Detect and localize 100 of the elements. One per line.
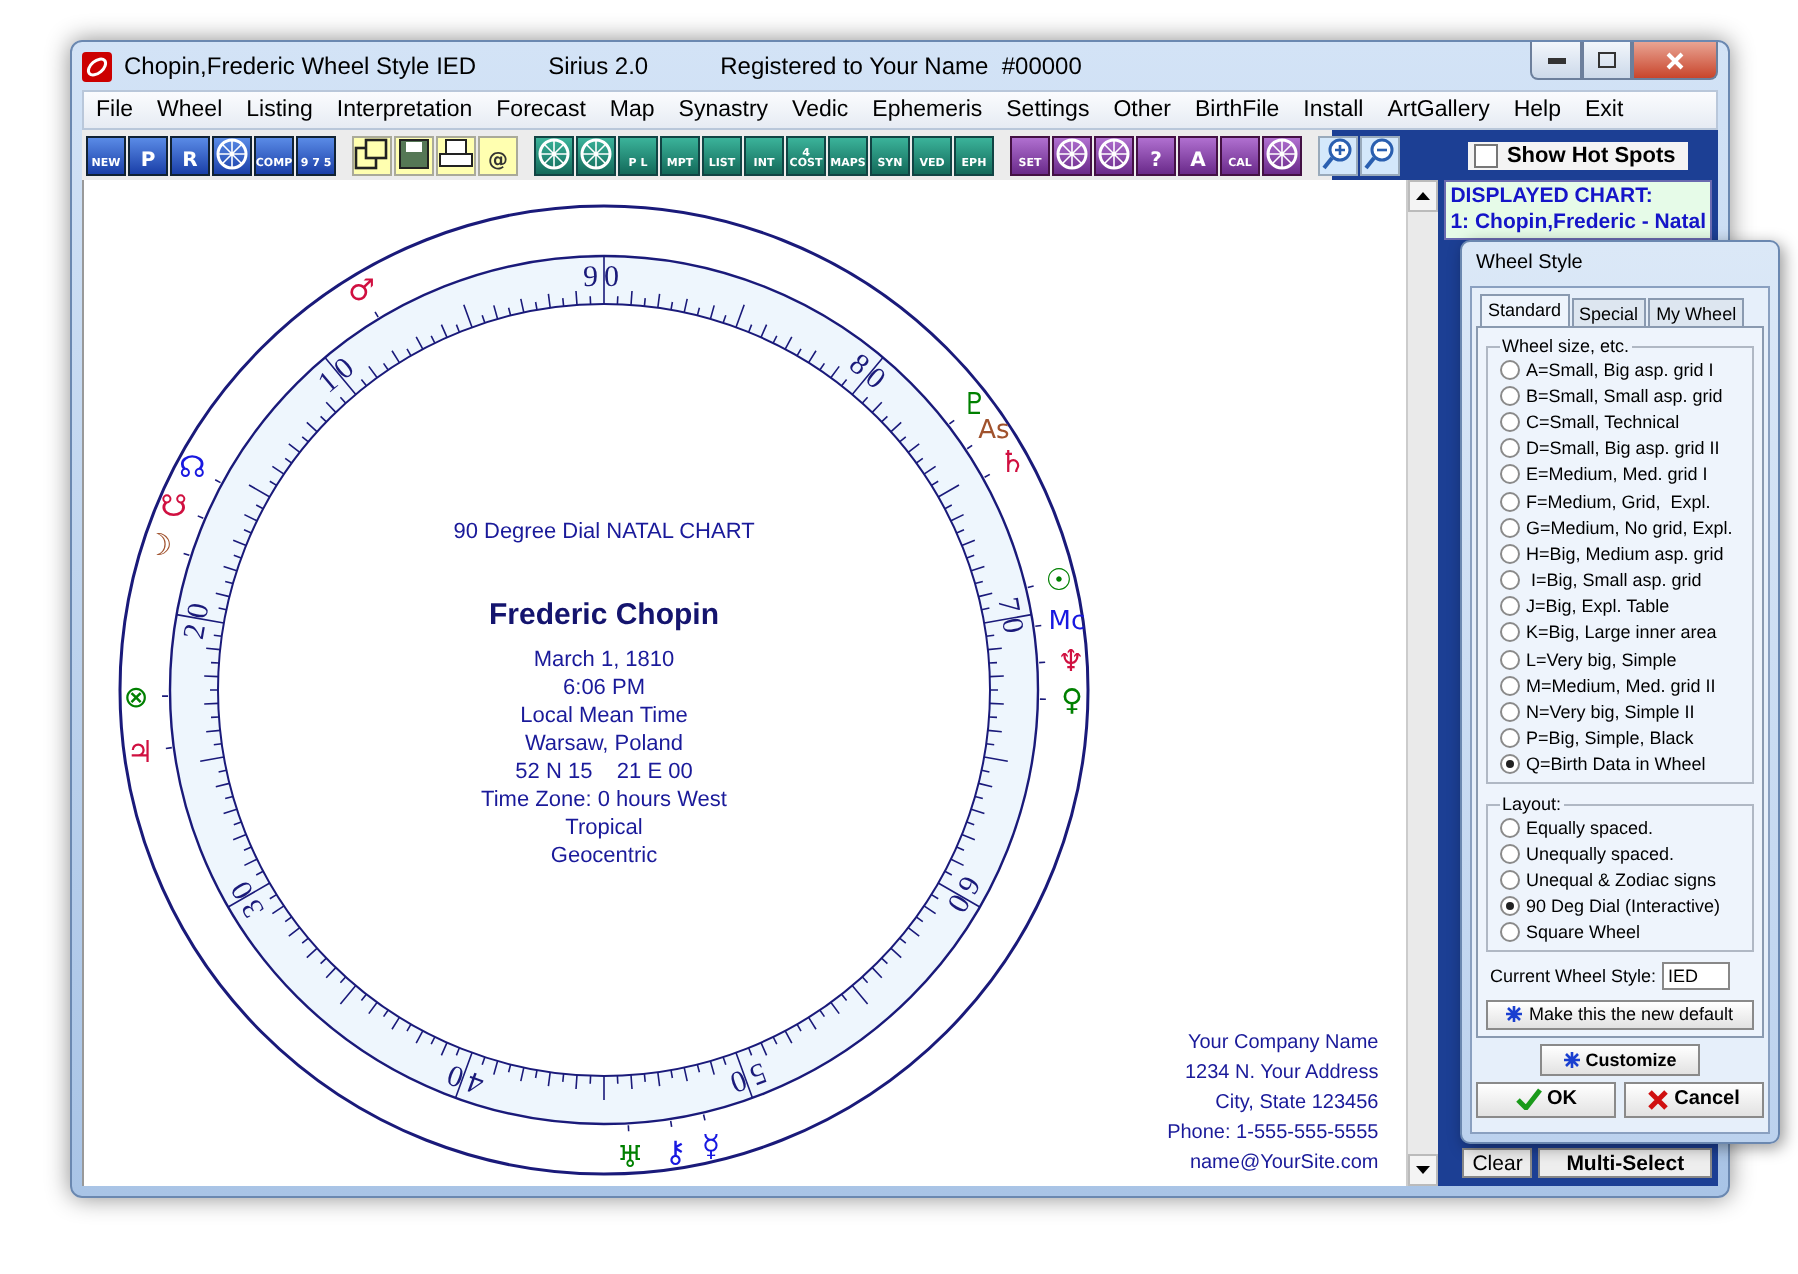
maximize-icon [1598,52,1616,68]
menu-item[interactable]: Install [1291,98,1376,122]
leader-line [1038,661,1046,664]
cancel-button[interactable]: Cancel [1624,1081,1764,1118]
maximize-button[interactable] [1582,42,1632,80]
radio-option[interactable]: Unequally spaced. [1500,840,1748,867]
radio-option[interactable]: N=Very big, Simple II [1500,698,1748,726]
leader-line [966,444,973,450]
customize-button[interactable]: Customize [1540,1043,1700,1076]
minimize-button[interactable] [1530,42,1582,80]
group-label: Wheel size, etc. [1500,336,1632,356]
leader-line [374,311,379,318]
radio-option[interactable]: Square Wheel [1500,919,1748,946]
scroll-up-button[interactable] [1408,180,1439,212]
current-style-field[interactable]: IED [1662,961,1731,990]
toolbar-button[interactable] [436,135,476,175]
radio-option[interactable]: A=Small, Big asp. grid I [1500,356,1748,383]
toolbar-button[interactable]: ? [1136,135,1176,175]
leader-line [165,746,173,750]
up-arrow-icon [1416,192,1431,200]
menu-item[interactable]: Exit [1572,98,1636,122]
leader-line [948,419,955,425]
radio-option[interactable]: F=Medium, Grid, Expl. [1500,487,1748,515]
tab[interactable]: My Wheel [1648,298,1745,326]
planet-glyph: ♆ [1057,642,1085,679]
toolbar-button[interactable] [576,135,616,175]
radio-option[interactable]: K=Big, Large inner area [1500,619,1748,647]
toolbar-button[interactable] [1094,135,1134,175]
multi-select-button[interactable]: Multi-Select [1538,1148,1712,1178]
planet-glyph: ♃ [126,733,154,770]
menu-item[interactable]: Listing [234,98,325,122]
window-title: Chopin,Frederic Wheel Style IED [124,52,477,80]
app-logo-icon [82,51,112,81]
radio-option[interactable]: Unequal & Zodiac signs [1500,866,1748,894]
leader-line [1039,698,1047,701]
toolbar-button[interactable] [1318,135,1358,175]
menu-item[interactable]: Interpretation [324,98,485,122]
toolbar-button[interactable] [1360,135,1400,175]
planet-glyph: As [978,416,1010,446]
dial-number: 20 [178,595,218,642]
toolbar-button[interactable] [1052,135,1092,175]
radio-option[interactable]: G=Medium, No grid, Expl. [1500,514,1748,541]
scroll-down-button[interactable] [1408,1154,1439,1186]
menu-item[interactable]: Help [1501,98,1573,122]
chart-title: 90 Degree Dial NATAL CHART [453,520,755,544]
birth-detail: Geocentric [550,844,658,868]
radio-option[interactable]: H=Big, Medium asp. grid [1500,540,1748,567]
menu-item[interactable]: Synastry [666,98,781,122]
menu-item[interactable]: Vedic [780,98,861,122]
planet-glyph: ☿ [701,1127,721,1164]
hot-spots-checkbox[interactable]: Show Hot Spots [1468,141,1688,169]
menu-item[interactable]: Map [597,98,667,122]
toolbar-button[interactable]: A [1178,135,1218,175]
toolbar-button[interactable]: @ [478,135,518,175]
toolbar-button[interactable] [1262,135,1302,175]
displayed-chart-heading: DISPLAYED CHART: [1450,184,1655,210]
toolbar-button[interactable] [352,135,392,175]
radio-option[interactable]: J=Big, Expl. Table [1500,593,1748,620]
close-button[interactable] [1632,42,1718,80]
vertical-scrollbar[interactable] [1406,180,1439,1186]
close-icon [1648,1089,1669,1110]
zoom-in-icon [1320,137,1356,171]
radio-option[interactable]: M=Medium, Med. grid II [1500,672,1748,699]
radio-option[interactable]: D=Small, Big asp. grid II [1500,435,1748,462]
radio-option[interactable]: I=Big, Small asp. grid [1500,567,1748,594]
menu-item[interactable]: BirthFile [1182,98,1292,122]
menu-item[interactable]: Forecast [484,98,598,122]
toolbar-button[interactable]: P [128,135,168,175]
radio-option[interactable]: Q=Birth Data in Wheel [1500,751,1748,778]
menu-item[interactable]: Ephemeris [860,98,995,122]
dial-number: 40 [437,1054,489,1100]
radio-option[interactable]: C=Small, Technical [1500,408,1748,436]
radio-option[interactable]: 90 Deg Dial (Interactive) [1500,893,1748,920]
menu-item[interactable]: Other [1101,98,1183,122]
tab[interactable]: Standard [1480,294,1570,326]
radio-option[interactable]: L=Very big, Simple [1500,646,1748,673]
toolbar-button[interactable] [212,135,252,175]
leader-line [1026,585,1035,589]
planet-glyph: ☽ [145,527,173,564]
wheel-icon [578,137,614,171]
printer-icon [438,137,474,171]
person-name: Frederic Chopin [489,598,719,632]
toolbar-button[interactable] [394,135,434,175]
radio-option[interactable]: Equally spaced. [1500,814,1748,841]
radio-option[interactable]: B=Small, Small asp. grid [1500,382,1748,409]
tab[interactable]: Special [1571,298,1647,326]
make-default-button[interactable]: Make this the new default [1486,999,1754,1030]
radio-option[interactable]: P=Big, Simple, Black [1500,725,1748,752]
ok-button[interactable]: OK [1476,1081,1616,1118]
menu-item[interactable]: ArtGallery [1375,98,1502,122]
planet-glyph: ☊ [179,449,206,486]
menu-item[interactable]: Wheel [145,98,235,122]
menu-item[interactable]: Settings [994,98,1102,122]
clear-button[interactable]: Clear [1462,1148,1533,1178]
planet-glyph: ♀ [1060,681,1083,718]
toolbar-button[interactable]: R [170,135,210,175]
menu-item[interactable]: File [84,98,146,122]
minimize-icon [1547,57,1565,63]
toolbar-button[interactable] [534,135,574,175]
radio-option[interactable]: E=Medium, Med. grid I [1500,461,1748,488]
